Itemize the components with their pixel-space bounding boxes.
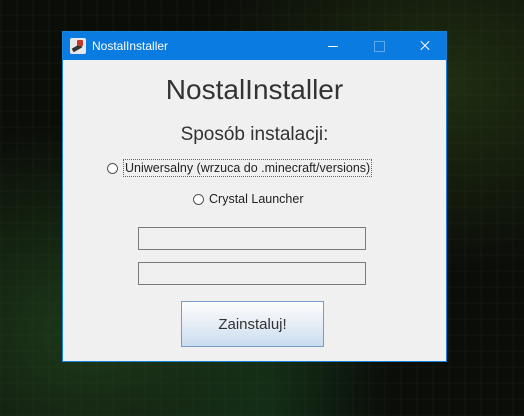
app-heading: NostalInstaller — [165, 74, 344, 105]
text-field-2[interactable] — [138, 262, 366, 285]
radio-option-universal[interactable]: Uniwersalny (wrzuca do .minecraft/versio… — [107, 158, 373, 178]
minimize-button[interactable] — [310, 32, 356, 60]
maximize-button[interactable] — [356, 32, 402, 60]
radio-button-icon[interactable] — [107, 162, 118, 174]
radio-button-icon[interactable] — [193, 193, 204, 205]
title-bar[interactable]: NostalInstaller — [63, 32, 446, 60]
close-button[interactable] — [402, 32, 448, 60]
radio-label-crystal-launcher: Crystal Launcher — [209, 192, 304, 206]
text-field-1[interactable] — [138, 227, 366, 250]
app-icon — [70, 38, 86, 54]
radio-option-crystal-launcher[interactable]: Crystal Launcher — [193, 189, 304, 209]
window-title: NostalInstaller — [92, 39, 169, 53]
install-method-label: Sposób instalacji: — [180, 124, 329, 145]
installer-window: NostalInstaller NostalInstaller Sposób i… — [62, 31, 447, 362]
install-button[interactable]: Zainstaluj! — [181, 301, 324, 347]
radio-label-universal: Uniwersalny (wrzuca do .minecraft/versio… — [123, 159, 373, 177]
